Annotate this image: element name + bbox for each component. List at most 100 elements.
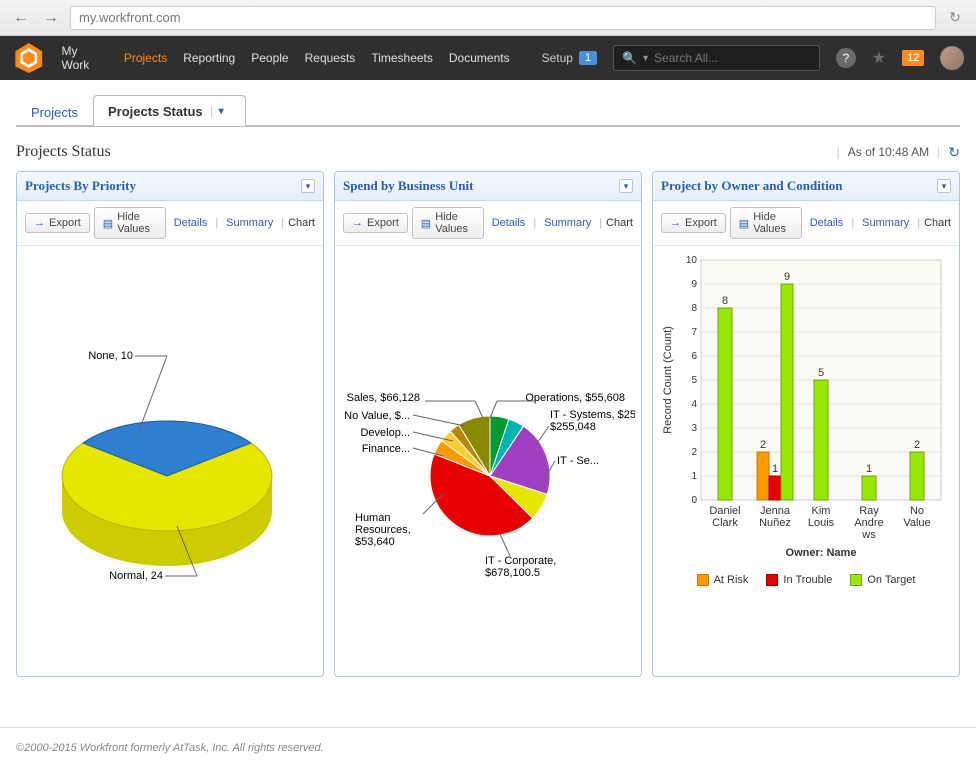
svg-text:Sales, $66,128: Sales, $66,128 bbox=[347, 392, 420, 404]
svg-text:$53,640: $53,640 bbox=[355, 536, 395, 548]
panel-menu-button[interactable]: ▾ bbox=[301, 179, 315, 193]
svg-text:8: 8 bbox=[722, 295, 728, 307]
summary-link[interactable]: Summary bbox=[540, 217, 595, 229]
details-link[interactable]: Details bbox=[170, 217, 212, 229]
svg-text:No Value, $...: No Value, $... bbox=[344, 410, 410, 422]
tab-strip: Projects Projects Status ▾ bbox=[16, 94, 960, 127]
browser-refresh-button[interactable]: ↻ bbox=[944, 7, 966, 29]
svg-text:0: 0 bbox=[691, 495, 697, 506]
svg-text:Resources,: Resources, bbox=[355, 524, 411, 536]
legend: At Risk In Trouble On Target bbox=[653, 570, 959, 590]
panel-menu-button[interactable]: ▾ bbox=[619, 179, 633, 193]
svg-text:No: No bbox=[910, 505, 924, 517]
svg-text:9: 9 bbox=[784, 271, 790, 283]
url-bar[interactable]: my.workfront.com bbox=[70, 6, 936, 30]
svg-text:Value: Value bbox=[903, 517, 930, 529]
svg-text:Louis: Louis bbox=[808, 517, 835, 529]
panel-menu-button[interactable]: ▾ bbox=[937, 179, 951, 193]
svg-text:7: 7 bbox=[691, 327, 697, 338]
details-link[interactable]: Details bbox=[488, 217, 530, 229]
svg-text:Daniel: Daniel bbox=[709, 505, 740, 517]
svg-text:IT - Systems, $255,048: IT - Systems, $255,048 bbox=[550, 409, 635, 421]
nav-timesheets[interactable]: Timesheets bbox=[371, 51, 433, 65]
hide-values-button[interactable]: ▤Hide Values bbox=[94, 207, 166, 239]
chart-link[interactable]: Chart bbox=[606, 217, 633, 229]
legend-on-target: On Target bbox=[850, 574, 915, 586]
notifications-badge[interactable]: 12 bbox=[902, 50, 924, 66]
app-top-nav: My Work Projects Reporting People Reques… bbox=[0, 36, 976, 80]
svg-text:Owner: Name: Owner: Name bbox=[786, 547, 857, 559]
nav-projects[interactable]: Projects bbox=[124, 51, 167, 65]
svg-text:Nuñez: Nuñez bbox=[759, 517, 791, 529]
spend-pie-chart: Sales, $66,128 Operations, $55,608 IT - … bbox=[335, 246, 635, 666]
setup-badge: 1 bbox=[579, 51, 597, 65]
hide-values-button[interactable]: ▤Hide Values bbox=[730, 207, 802, 239]
summary-link[interactable]: Summary bbox=[858, 217, 913, 229]
svg-text:Human: Human bbox=[355, 512, 390, 524]
legend-at-risk: At Risk bbox=[697, 574, 749, 586]
favorites-icon[interactable]: ★ bbox=[872, 48, 886, 68]
legend-in-trouble: In Trouble bbox=[766, 574, 832, 586]
back-button[interactable]: ← bbox=[10, 7, 32, 29]
refresh-report-button[interactable]: ↻ bbox=[948, 144, 960, 161]
svg-text:2: 2 bbox=[914, 439, 920, 451]
global-search[interactable]: 🔍 ▾ bbox=[613, 45, 820, 71]
nav-my-work[interactable]: My Work bbox=[61, 44, 107, 72]
svg-text:Ray: Ray bbox=[859, 505, 879, 517]
nav-documents[interactable]: Documents bbox=[449, 51, 510, 65]
footer-copyright: ©2000-2015 Workfront formerly AtTask, In… bbox=[0, 727, 976, 768]
details-link[interactable]: Details bbox=[806, 217, 848, 229]
svg-text:5: 5 bbox=[691, 375, 697, 386]
setup-label: Setup bbox=[542, 51, 573, 65]
svg-text:Andre: Andre bbox=[854, 517, 883, 529]
export-button[interactable]: →Export bbox=[661, 213, 726, 233]
panel-spend-by-unit: Spend by Business Unit ▾ →Export ▤Hide V… bbox=[334, 171, 642, 677]
summary-link[interactable]: Summary bbox=[222, 217, 277, 229]
export-button[interactable]: →Export bbox=[343, 213, 408, 233]
search-input[interactable] bbox=[654, 51, 811, 65]
pie-label-normal: Normal, 24 bbox=[109, 570, 163, 582]
svg-text:ws: ws bbox=[861, 529, 876, 541]
svg-text:9: 9 bbox=[691, 279, 697, 290]
user-avatar[interactable] bbox=[940, 46, 964, 70]
hide-values-button[interactable]: ▤Hide Values bbox=[412, 207, 484, 239]
setup-link[interactable]: Setup 1 bbox=[542, 51, 597, 65]
nav-people[interactable]: People bbox=[251, 51, 288, 65]
svg-text:Clark: Clark bbox=[712, 517, 738, 529]
pie-label-none: None, 10 bbox=[88, 350, 133, 362]
tab-projects[interactable]: Projects bbox=[16, 96, 93, 126]
panel-title: Project by Owner and Condition bbox=[661, 178, 843, 194]
svg-text:IT - Corporate,: IT - Corporate, bbox=[485, 555, 556, 567]
tab-projects-status[interactable]: Projects Status ▾ bbox=[93, 95, 246, 126]
export-button[interactable]: →Export bbox=[25, 213, 90, 233]
chevron-down-icon[interactable]: ▾ bbox=[643, 53, 648, 64]
svg-text:Finance...: Finance... bbox=[362, 443, 410, 455]
svg-text:Record Count (Count): Record Count (Count) bbox=[662, 326, 674, 434]
tab-dropdown-icon[interactable]: ▾ bbox=[211, 106, 231, 117]
svg-text:Jenna: Jenna bbox=[760, 505, 791, 517]
help-icon[interactable]: ? bbox=[836, 48, 856, 68]
search-icon: 🔍 bbox=[622, 51, 637, 65]
panel-projects-by-priority: Projects By Priority ▾ →Export ▤Hide Val… bbox=[16, 171, 324, 677]
panel-toolbar: →Export ▤Hide Values Details | Summary |… bbox=[335, 201, 641, 246]
svg-text:1: 1 bbox=[772, 463, 778, 475]
workfront-logo bbox=[12, 41, 45, 75]
owner-bar-chart: 012 345 678 910 Record Count (Count) 8 bbox=[653, 246, 953, 566]
nav-requests[interactable]: Requests bbox=[305, 51, 356, 65]
svg-text:3: 3 bbox=[691, 423, 697, 434]
chart-link[interactable]: Chart bbox=[288, 217, 315, 229]
svg-text:4: 4 bbox=[691, 399, 697, 410]
svg-text:1: 1 bbox=[691, 471, 697, 482]
as-of-label: | As of 10:48 AM | ↻ bbox=[837, 144, 960, 161]
panel-title: Projects By Priority bbox=[25, 178, 136, 194]
svg-text:1: 1 bbox=[866, 463, 872, 475]
nav-reporting[interactable]: Reporting bbox=[183, 51, 235, 65]
svg-text:Develop...: Develop... bbox=[360, 427, 410, 439]
svg-text:$255,048: $255,048 bbox=[550, 421, 596, 433]
svg-text:10: 10 bbox=[686, 255, 698, 266]
svg-text:Kim: Kim bbox=[812, 505, 831, 517]
chart-link[interactable]: Chart bbox=[924, 217, 951, 229]
svg-text:5: 5 bbox=[818, 367, 824, 379]
svg-text:$678,100.5: $678,100.5 bbox=[485, 567, 540, 579]
forward-button[interactable]: → bbox=[40, 7, 62, 29]
